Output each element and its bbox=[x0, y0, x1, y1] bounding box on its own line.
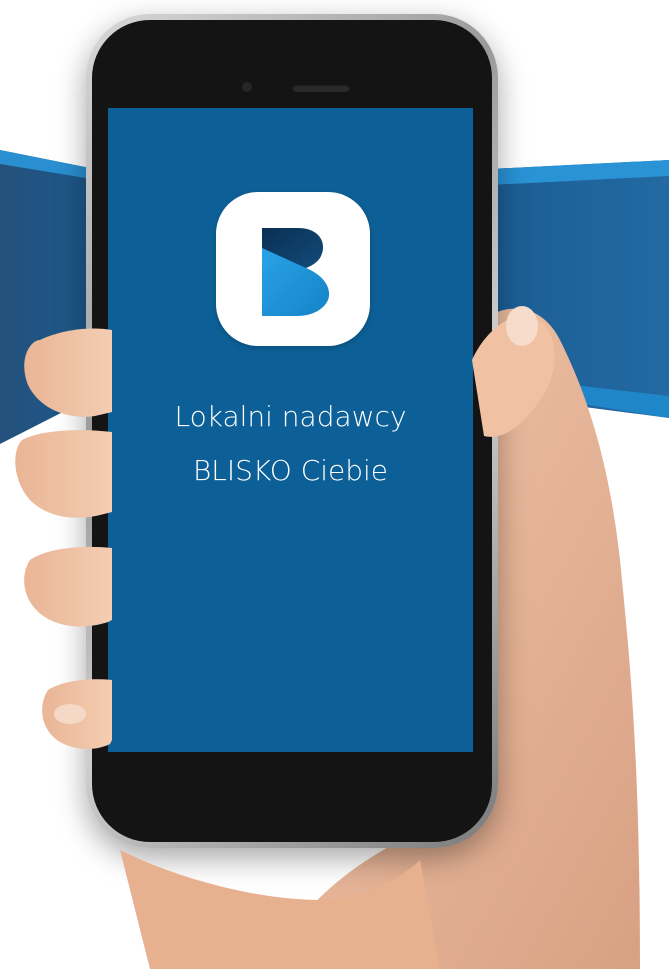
hand-fingers bbox=[15, 306, 555, 969]
scene: Lokalni nadawcy BLISKO Ciebie bbox=[0, 0, 669, 969]
